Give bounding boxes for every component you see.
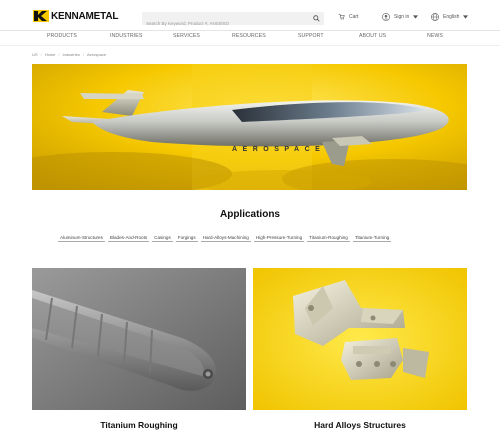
hero-airplane-image bbox=[32, 64, 467, 190]
kennametal-logo-icon bbox=[33, 10, 49, 22]
breadcrumb-current: Aerospace bbox=[86, 52, 107, 57]
sign-in-label: Sign in bbox=[394, 14, 410, 20]
card-title[interactable]: Titanium Roughing bbox=[32, 420, 246, 430]
breadcrumb-separator: / bbox=[40, 52, 42, 57]
sign-in-menu[interactable]: Sign in bbox=[382, 13, 419, 21]
nav-item-services[interactable]: SERVICES bbox=[173, 33, 200, 39]
nav-item-support[interactable]: SUPPORT bbox=[298, 33, 324, 39]
search-icon[interactable] bbox=[313, 15, 320, 22]
breadcrumb: US / Home / Industries / Aerospace bbox=[32, 52, 106, 57]
chevron-down-icon bbox=[413, 15, 419, 19]
application-chip[interactable]: Hard-Alloys-Machining bbox=[200, 234, 251, 242]
chevron-down-icon bbox=[463, 15, 469, 19]
search-input[interactable] bbox=[142, 17, 302, 30]
card-title[interactable]: Hard Alloys Structures bbox=[253, 420, 467, 430]
cart-link[interactable]: Cart bbox=[338, 13, 358, 20]
applications-chip-list: Aluminum-Structures Blades-And-Roots Cas… bbox=[58, 234, 394, 242]
nav-item-products[interactable]: PRODUCTS bbox=[47, 33, 77, 39]
language-selector[interactable]: English bbox=[431, 13, 469, 21]
card-hard-alloys-structures[interactable] bbox=[253, 268, 467, 410]
kennametal-logo[interactable]: KENNAMETAL bbox=[33, 10, 118, 22]
breadcrumb-item[interactable]: Home bbox=[45, 52, 56, 57]
application-chip[interactable]: Titanium-Roughing bbox=[307, 234, 350, 242]
application-chip[interactable]: High-Pressure-Turning bbox=[253, 234, 305, 242]
breadcrumb-item[interactable]: Industries bbox=[62, 52, 79, 57]
breadcrumb-item[interactable]: US bbox=[32, 52, 38, 57]
breadcrumb-separator: / bbox=[82, 52, 84, 57]
application-chip[interactable]: Forgings bbox=[175, 234, 198, 242]
card-titanium-roughing[interactable] bbox=[32, 268, 246, 410]
application-chip[interactable]: Casings bbox=[152, 234, 173, 242]
main-nav: PRODUCTS INDUSTRIES SERVICES RESOURCES S… bbox=[32, 33, 452, 43]
breadcrumb-separator: / bbox=[58, 52, 60, 57]
language-label: English bbox=[443, 14, 460, 20]
nav-item-industries[interactable]: INDUSTRIES bbox=[110, 33, 142, 39]
nav-item-about-us[interactable]: ABOUT US bbox=[359, 33, 386, 39]
application-chip[interactable]: Titanium-Turning bbox=[352, 234, 392, 242]
titanium-part-image bbox=[32, 268, 246, 410]
nav-item-resources[interactable]: RESOURCES bbox=[232, 33, 266, 39]
globe-icon bbox=[431, 13, 439, 21]
user-icon bbox=[382, 13, 390, 21]
hard-alloys-part-image bbox=[253, 268, 467, 410]
nav-item-news[interactable]: NEWS bbox=[427, 33, 443, 39]
header: KENNAMETAL Cart Sign in Engl bbox=[0, 0, 500, 30]
cart-label: Cart bbox=[349, 13, 359, 20]
hero-banner: AEROSPACE bbox=[32, 64, 467, 190]
header-divider bbox=[0, 30, 500, 31]
applications-heading: Applications bbox=[219, 209, 280, 220]
nav-divider bbox=[0, 45, 500, 46]
cart-icon bbox=[338, 14, 345, 20]
brand-name: KENNAMETAL bbox=[51, 10, 119, 22]
hero-title: AEROSPACE bbox=[232, 146, 326, 153]
application-chip[interactable]: Blades-And-Roots bbox=[107, 234, 150, 242]
application-chip[interactable]: Aluminum-Structures bbox=[58, 234, 105, 242]
search-bar bbox=[142, 12, 324, 30]
